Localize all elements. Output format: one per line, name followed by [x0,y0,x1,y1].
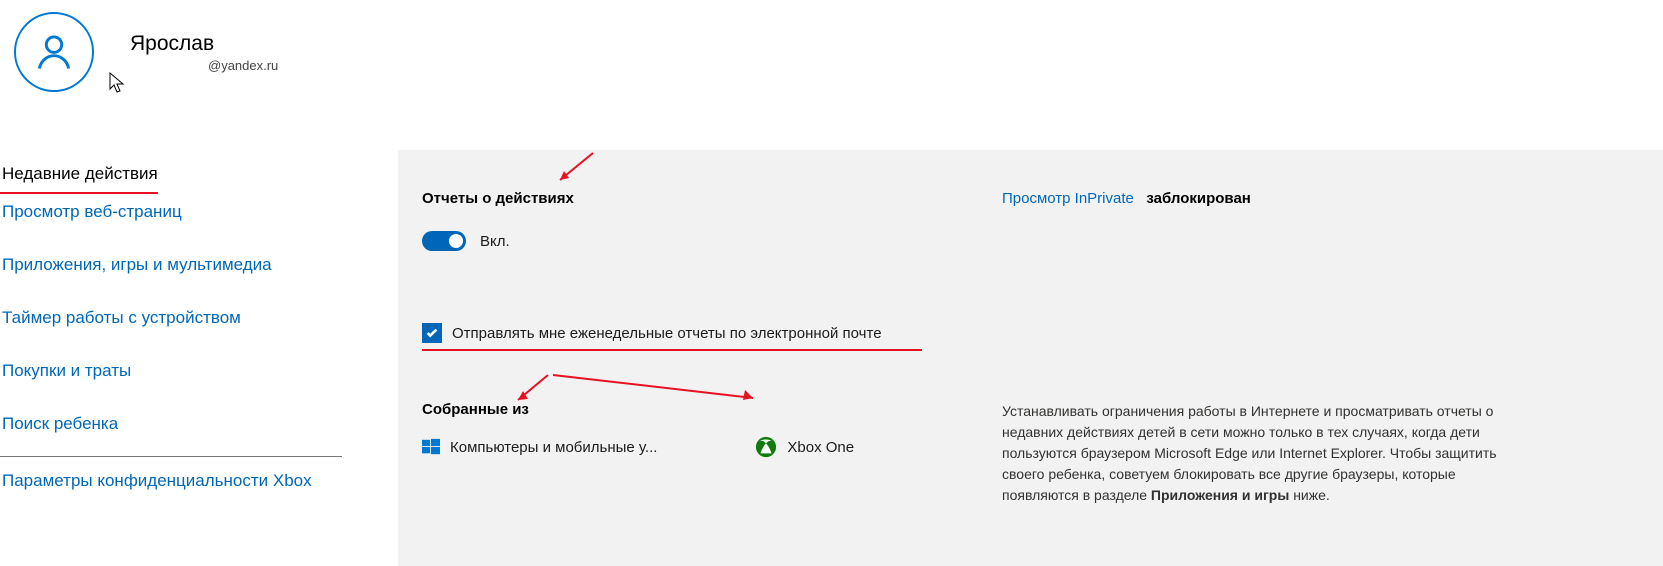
device-xbox: Xbox One [755,436,854,458]
inprivate-link[interactable]: Просмотр InPrivate [1002,190,1134,207]
sidebar-item-web-browsing[interactable]: Просмотр веб-страниц [0,194,398,230]
activity-reports-heading: Отчеты о действиях [422,190,1002,207]
profile-name: Ярослав [130,32,278,56]
device-windows: Компьютеры и мобильные у... [422,438,657,456]
profile-email: @yandex.ru [130,58,278,73]
checkmark-icon [425,326,439,340]
device-windows-label: Компьютеры и мобильные у... [450,439,657,456]
sidebar-item-purchases[interactable]: Покупки и траты [0,353,398,389]
person-icon [32,30,76,74]
avatar [14,12,94,92]
inprivate-blocked-text: заблокирован [1146,190,1250,207]
xbox-icon [755,436,777,458]
weekly-email-row: Отправлять мне еженедельные отчеты по эл… [422,323,922,351]
sidebar-item-screen-time[interactable]: Таймер работы с устройством [0,300,398,336]
sidebar-item-xbox-privacy[interactable]: Параметры конфиденциальности Xbox [0,463,398,499]
inprivate-status: Просмотр InPrivate заблокирован [1002,190,1623,207]
sidebar-item-apps-games-media[interactable]: Приложения, игры и мультимедиа [0,247,398,283]
weekly-email-checkbox[interactable] [422,323,442,343]
activity-reports-toggle-label: Вкл. [480,233,510,250]
collected-from-heading: Собранные из [422,401,1002,418]
profile-header: Ярослав @yandex.ru [0,4,398,100]
sidebar-divider [0,456,342,457]
sidebar-item-find-child[interactable]: Поиск ребенка [0,406,398,442]
activity-panel: Отчеты о действиях Вкл. Просмотр InPriva… [398,150,1663,566]
windows-icon [422,438,440,456]
browser-hint-text: Устанавливать ограничения работы в Интер… [1002,401,1497,506]
device-xbox-label: Xbox One [787,439,854,456]
activity-reports-toggle[interactable] [422,231,466,251]
sidebar-nav: Недавние действия Просмотр веб-страниц П… [0,156,398,499]
weekly-email-label: Отправлять мне еженедельные отчеты по эл… [452,325,882,342]
sidebar-item-recent-activity[interactable]: Недавние действия [0,156,158,194]
annotation-arrow-icon [548,150,598,190]
